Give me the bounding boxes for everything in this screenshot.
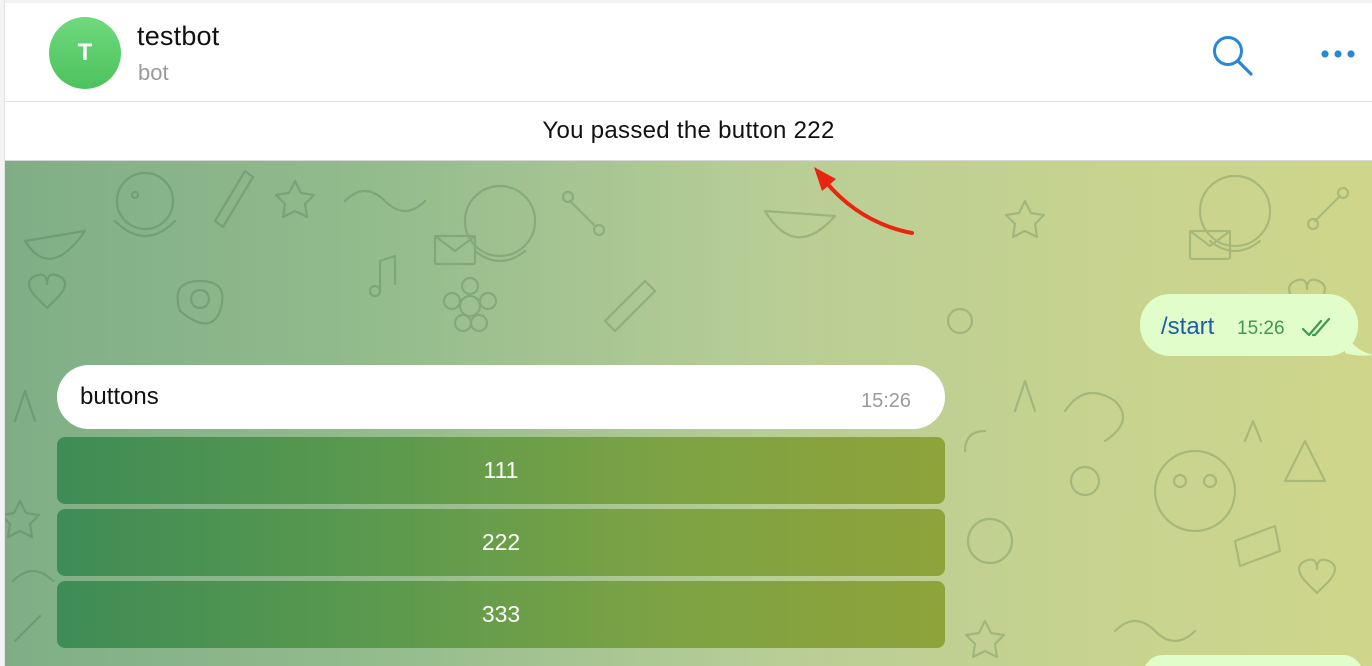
outgoing-message-bubble-partial[interactable] [1143,655,1363,666]
outgoing-message-text: /start [1161,313,1215,340]
outgoing-message-time: 15:26 [1237,318,1285,339]
more-button[interactable] [1315,39,1361,69]
telegram-chat-window: T testbot bot You passed the button 222 [0,0,1372,666]
double-check-icon [1301,317,1331,337]
chat-subtitle: bot [138,60,169,85]
chat-header: T testbot bot [5,3,1372,102]
search-button[interactable] [1208,31,1258,81]
avatar[interactable]: T [49,17,121,89]
incoming-message-time: 15:26 [861,390,912,412]
chat-title[interactable]: testbot [137,21,219,52]
chat-message-area[interactable]: /start 15:26 buttons 15:26 111 222 333 [5,161,1372,666]
status-notification-bar: You passed the button 222 [5,102,1372,161]
bubble-tail [1345,331,1372,356]
search-icon [1213,36,1253,76]
status-text: You passed the button 222 [542,117,835,144]
incoming-message-text: buttons [80,383,159,410]
inline-button-222[interactable]: 222 [57,509,945,576]
annotation-arrow-icon [814,167,914,235]
inline-button-111[interactable]: 111 [57,437,945,504]
incoming-message-bubble[interactable] [57,365,945,429]
inline-button-333[interactable]: 333 [57,581,945,648]
more-horizontal-icon [1321,50,1355,58]
